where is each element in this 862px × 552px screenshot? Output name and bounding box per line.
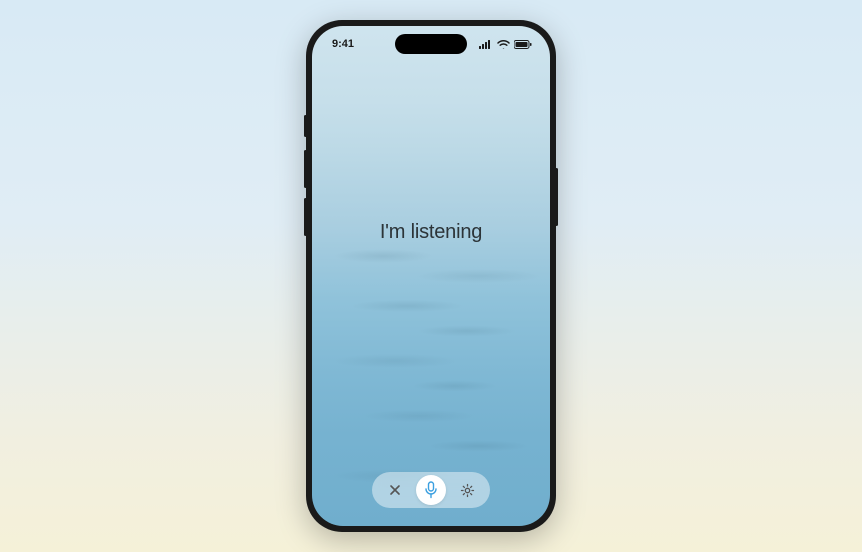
dynamic-island — [395, 34, 467, 54]
side-button — [304, 115, 307, 137]
side-button — [304, 198, 307, 236]
microphone-icon — [424, 481, 438, 499]
status-time: 9:41 — [332, 38, 354, 50]
status-indicators — [479, 40, 532, 49]
phone-frame: 9:41 — [306, 20, 556, 532]
listening-prompt: I'm listening — [312, 221, 550, 244]
screen: 9:41 — [312, 26, 550, 526]
signal-icon — [479, 40, 493, 49]
side-button — [304, 150, 307, 188]
close-icon — [389, 484, 401, 496]
battery-icon — [514, 40, 532, 49]
wifi-icon — [497, 40, 510, 49]
side-button — [555, 168, 558, 226]
voice-toolbar — [372, 472, 490, 508]
microphone-button[interactable] — [416, 475, 446, 505]
background-water — [312, 26, 550, 526]
gear-icon — [460, 483, 475, 498]
close-button[interactable] — [382, 477, 408, 503]
settings-button[interactable] — [454, 477, 480, 503]
